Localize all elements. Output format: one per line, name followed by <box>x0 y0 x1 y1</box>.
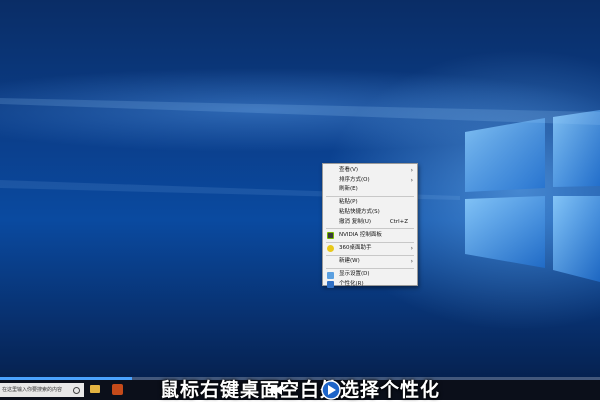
menu-item-new[interactable]: 新建(W) › <box>323 257 417 267</box>
menu-item-undo-copy[interactable]: 撤消 复制(U) Ctrl+Z <box>323 218 417 228</box>
chevron-right-icon: › <box>410 176 413 184</box>
menu-item-personalize[interactable]: 个性化(R) <box>323 280 417 290</box>
menu-item-paste-shortcut[interactable]: 粘贴快捷方式(S) <box>323 208 417 218</box>
search-placeholder: 在这里输入你要搜索的内容 <box>2 387 63 393</box>
menu-item-label: 显示设置(D) <box>339 271 370 278</box>
shortcut-label: Ctrl+Z <box>389 218 408 225</box>
taskbar-search-input[interactable]: 在这里输入你要搜索的内容 <box>0 383 84 397</box>
menu-item-refresh[interactable]: 刷新(E) <box>323 185 417 195</box>
display-icon <box>327 271 334 279</box>
file-explorer-icon[interactable] <box>90 385 100 393</box>
menu-item-nvidia-control-panel[interactable]: NVIDIA 控制面板 <box>323 231 417 241</box>
menu-item-label: 360桌面助手 <box>339 244 372 251</box>
menu-separator <box>326 241 414 243</box>
menu-item-paste[interactable]: 粘贴(P) <box>323 198 417 208</box>
play-button[interactable] <box>321 380 341 400</box>
search-icon <box>73 387 80 394</box>
menu-item-label: 排序方式(O) <box>339 176 370 183</box>
menu-item-label: 粘贴快捷方式(S) <box>339 208 380 215</box>
chevron-right-icon: › <box>410 167 413 174</box>
nvidia-icon <box>327 232 334 240</box>
360-icon <box>327 245 334 253</box>
menu-item-display-settings[interactable]: 显示设置(D) <box>323 270 417 280</box>
menu-item-label: 个性化(R) <box>339 280 364 287</box>
menu-separator <box>326 228 414 230</box>
personalize-icon <box>327 281 334 289</box>
rewind-icon[interactable] <box>268 385 282 395</box>
menu-item-sort-by[interactable]: 排序方式(O) › <box>323 176 417 186</box>
menu-item-label: NVIDIA 控制面板 <box>339 231 382 238</box>
menu-item-label: 新建(W) <box>339 258 360 265</box>
menu-item-label: 查看(V) <box>339 167 359 173</box>
menu-item-label: 粘贴(P) <box>339 199 358 206</box>
menu-item-label: 撤消 复制(U) <box>339 218 372 225</box>
menu-item-360-desktop[interactable]: 360桌面助手 › <box>323 244 417 254</box>
menu-separator <box>326 196 414 198</box>
chevron-right-icon: › <box>410 258 413 266</box>
chevron-right-icon: › <box>410 244 413 252</box>
menu-item-view[interactable]: 查看(V) › <box>323 166 417 176</box>
taskbar-app-icon[interactable] <box>112 384 123 395</box>
windows-logo-wallpaper <box>0 98 600 282</box>
video-player-controls <box>268 380 341 400</box>
desktop-context-menu: 查看(V) › 排序方式(O) › 刷新(E) 粘贴(P) 粘贴快捷方式(S) 撤消… <box>322 163 418 289</box>
menu-separator <box>326 254 414 256</box>
menu-item-label: 刷新(E) <box>339 186 358 193</box>
menu-separator <box>326 268 414 270</box>
